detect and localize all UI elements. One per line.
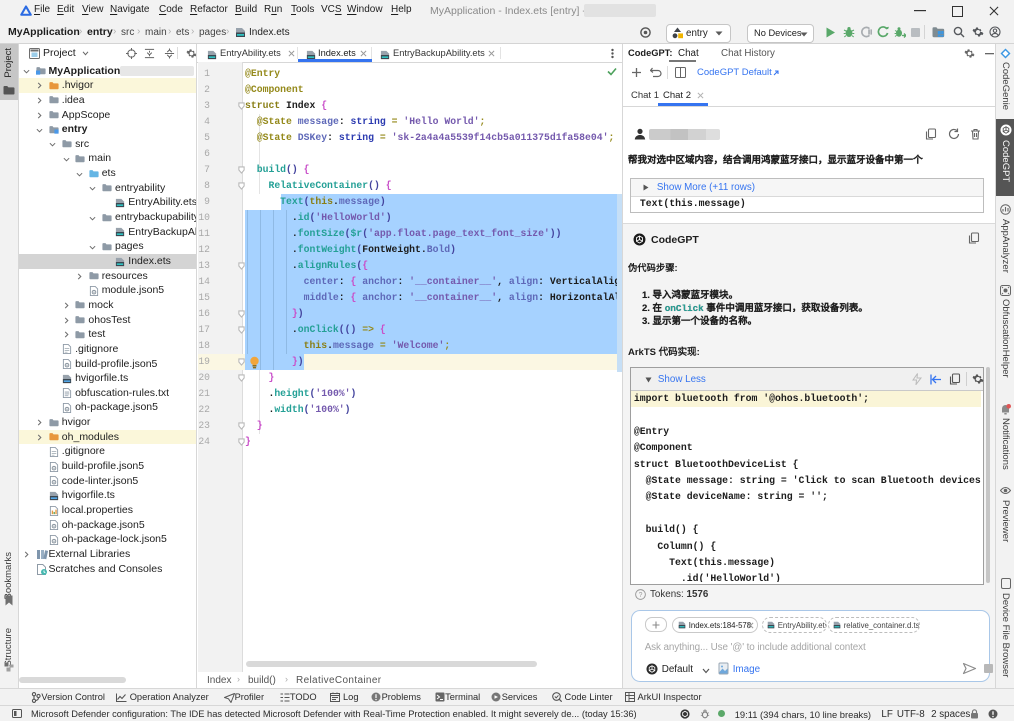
svg-text:?: ? [639, 592, 643, 599]
